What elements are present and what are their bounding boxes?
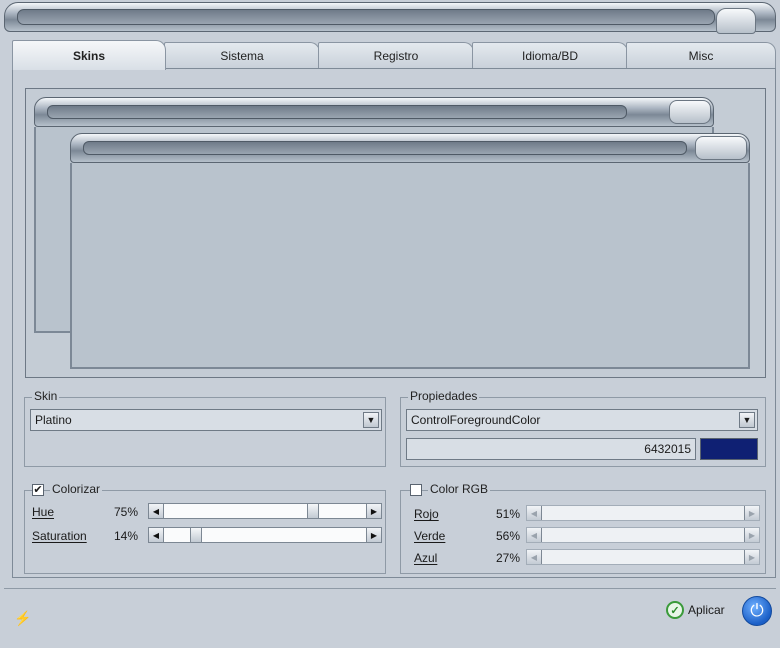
- footer-bar: [4, 588, 776, 643]
- window-button-icon[interactable]: [716, 8, 756, 34]
- preview-title-bar: [34, 97, 714, 127]
- tab-skins[interactable]: Skins: [12, 40, 166, 70]
- chevron-right-icon: ▶: [744, 550, 759, 564]
- tab-idioma-bd[interactable]: Idioma/BD: [472, 42, 628, 68]
- tab-label: Skins: [72, 48, 105, 63]
- chevron-down-icon[interactable]: ▼: [363, 412, 379, 428]
- tab-label: Misc: [688, 48, 714, 63]
- tab-strip: Skins Sistema Registro Idioma/BD Misc: [12, 40, 776, 70]
- hue-slider-thumb[interactable]: [307, 504, 319, 518]
- preview-title-bar: [70, 133, 750, 163]
- chevron-right-icon[interactable]: ▶: [366, 504, 381, 518]
- check-circle-icon: ✓: [666, 601, 684, 619]
- chevron-left-icon: ◀: [527, 528, 542, 542]
- title-bar-track: [17, 9, 715, 25]
- hue-value: 75%: [113, 505, 138, 519]
- tab-label: Registro: [373, 48, 419, 63]
- skin-preview: [25, 88, 766, 378]
- title-bar[interactable]: [4, 2, 776, 32]
- preview-window-front: [70, 133, 750, 369]
- window-button-icon: [669, 100, 711, 124]
- tab-misc[interactable]: Misc: [626, 42, 776, 68]
- rojo-slider: ◀ ▶: [526, 505, 760, 521]
- skin-group: [24, 397, 386, 467]
- saturation-label: Saturation: [32, 529, 87, 543]
- saturation-value: 14%: [113, 529, 138, 543]
- azul-label: Azul: [414, 551, 438, 565]
- skin-select-value: Platino: [35, 413, 72, 427]
- rojo-label: Rojo: [414, 507, 439, 521]
- saturation-slider-thumb[interactable]: [189, 528, 202, 542]
- settings-window: Skins Sistema Registro Idioma/BD Misc Sk…: [0, 0, 780, 648]
- window-button-icon: [695, 136, 747, 160]
- property-select[interactable]: ControlForegroundColor ▼: [406, 409, 758, 431]
- color-rgb-checkbox[interactable]: [410, 484, 422, 496]
- verde-value: 56%: [495, 529, 520, 543]
- hue-label: Hue: [32, 505, 55, 519]
- property-value: 6432015: [644, 442, 691, 456]
- hue-slider[interactable]: ◀ ▶: [148, 503, 382, 519]
- azul-slider: ◀ ▶: [526, 549, 760, 565]
- color-rgb-label: Color RGB: [428, 482, 491, 496]
- colorize-checkbox[interactable]: ✔: [32, 484, 44, 496]
- tab-label: Idioma/BD: [521, 48, 579, 63]
- rojo-value: 51%: [495, 507, 520, 521]
- tab-label: Sistema: [220, 48, 264, 63]
- property-color-swatch[interactable]: [700, 438, 758, 460]
- property-select-value: ControlForegroundColor: [411, 413, 541, 427]
- chevron-right-icon[interactable]: ▶: [366, 528, 381, 542]
- plug-icon: ⚡: [14, 610, 32, 626]
- properties-group-label: Propiedades: [408, 389, 480, 403]
- skin-select[interactable]: Platino ▼: [30, 409, 382, 431]
- preview-window-body: [70, 163, 750, 369]
- chevron-left-icon: ◀: [527, 550, 542, 564]
- chevron-left-icon: ◀: [527, 506, 542, 520]
- apply-label: Aplicar: [688, 603, 725, 617]
- power-icon[interactable]: ⏻: [742, 596, 772, 626]
- verde-label: Verde: [414, 529, 446, 543]
- chevron-down-icon[interactable]: ▼: [739, 412, 755, 428]
- property-value-field[interactable]: 6432015: [406, 438, 696, 460]
- apply-button[interactable]: ✓ Aplicar: [666, 598, 725, 622]
- verde-slider: ◀ ▶: [526, 527, 760, 543]
- tab-sistema[interactable]: Sistema: [164, 42, 320, 68]
- colorize-label: Colorizar: [50, 482, 103, 496]
- skin-group-label: Skin: [32, 389, 60, 403]
- chevron-left-icon[interactable]: ◀: [149, 504, 164, 518]
- chevron-left-icon[interactable]: ◀: [149, 528, 164, 542]
- saturation-slider[interactable]: ◀ ▶: [148, 527, 382, 543]
- tab-registro[interactable]: Registro: [318, 42, 474, 68]
- chevron-right-icon: ▶: [744, 528, 759, 542]
- azul-value: 27%: [495, 551, 520, 565]
- chevron-right-icon: ▶: [744, 506, 759, 520]
